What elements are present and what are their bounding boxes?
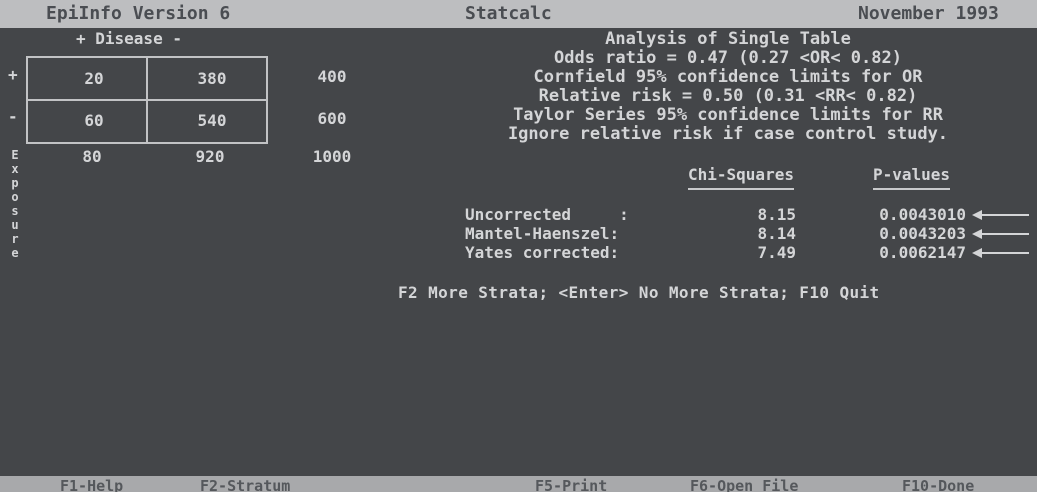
odds-ratio-line: Odds ratio = 0.47 (0.27 <OR< 0.82) xyxy=(554,48,902,68)
rr-limits-line: Taylor Series 95% confidence limits for … xyxy=(513,105,943,125)
case-control-note: Ignore relative risk if case control stu… xyxy=(507,124,949,144)
release-date: November 1993 xyxy=(858,3,999,24)
col-total-b: 920 xyxy=(195,147,225,166)
relative-risk-line: Relative risk = 0.50 (0.31 <RR< 0.82) xyxy=(538,86,918,106)
chi-mantel-haenszel: 8.14 xyxy=(757,224,796,243)
arrow-left-icon xyxy=(972,229,1029,239)
cell-c: 60 xyxy=(84,111,104,130)
arrow-left-icon xyxy=(972,210,1029,220)
cell-b: 380 xyxy=(197,69,227,88)
table-divider-horizontal xyxy=(28,99,266,101)
f10-done-key[interactable]: F10-Done xyxy=(902,476,974,492)
f5-print-key[interactable]: F5-Print xyxy=(535,476,607,492)
analysis-title: Analysis of Single Table xyxy=(605,29,851,49)
disease-header: + Disease - xyxy=(76,29,182,48)
chi-squares-header: Chi-Squares xyxy=(688,165,794,190)
module-name: Statcalc xyxy=(465,3,552,24)
f6-open-file-key[interactable]: F6-Open File xyxy=(690,476,798,492)
arrow-left-icon xyxy=(972,248,1029,258)
program-name: EpiInfo Version 6 xyxy=(46,3,231,24)
chi-yates: 7.49 xyxy=(757,243,796,262)
function-key-bar: F1-Help F2-Stratum F5-Print F6-Open File… xyxy=(0,476,1037,492)
chi-uncorrected: 8.15 xyxy=(757,205,796,224)
f2-stratum-key[interactable]: F2-Stratum xyxy=(200,476,290,492)
row-total-1: 400 xyxy=(317,67,347,86)
grand-total: 1000 xyxy=(312,147,352,166)
title-bar: EpiInfo Version 6 Statcalc November 1993 xyxy=(0,0,1037,28)
f1-help-key[interactable]: F1-Help xyxy=(60,476,123,492)
p-values-header: P-values xyxy=(873,165,951,190)
exposure-label: Exposure xyxy=(11,148,19,260)
cell-d: 540 xyxy=(197,111,227,130)
col-total-a: 80 xyxy=(82,147,102,166)
strata-prompt[interactable]: F2 More Strata; <Enter> No More Strata; … xyxy=(398,284,880,302)
row-total-2: 600 xyxy=(317,109,347,128)
p-mantel-haenszel: 0.0043203 xyxy=(879,224,966,243)
cell-a: 20 xyxy=(84,69,104,88)
row-minus-marker: - xyxy=(8,107,18,126)
p-uncorrected: 0.0043010 xyxy=(879,205,966,224)
or-limits-line: Cornfield 95% confidence limits for OR xyxy=(533,67,923,87)
two-by-two-table: 20 380 60 540 xyxy=(26,56,268,144)
stat-label-yates: Yates corrected: xyxy=(465,243,620,262)
p-yates: 0.0062147 xyxy=(879,243,966,262)
stat-label-uncorrected: Uncorrected : xyxy=(465,205,629,224)
row-plus-marker: + xyxy=(8,65,18,84)
stat-label-mantel-haenszel: Mantel-Haenszel: xyxy=(465,224,620,243)
